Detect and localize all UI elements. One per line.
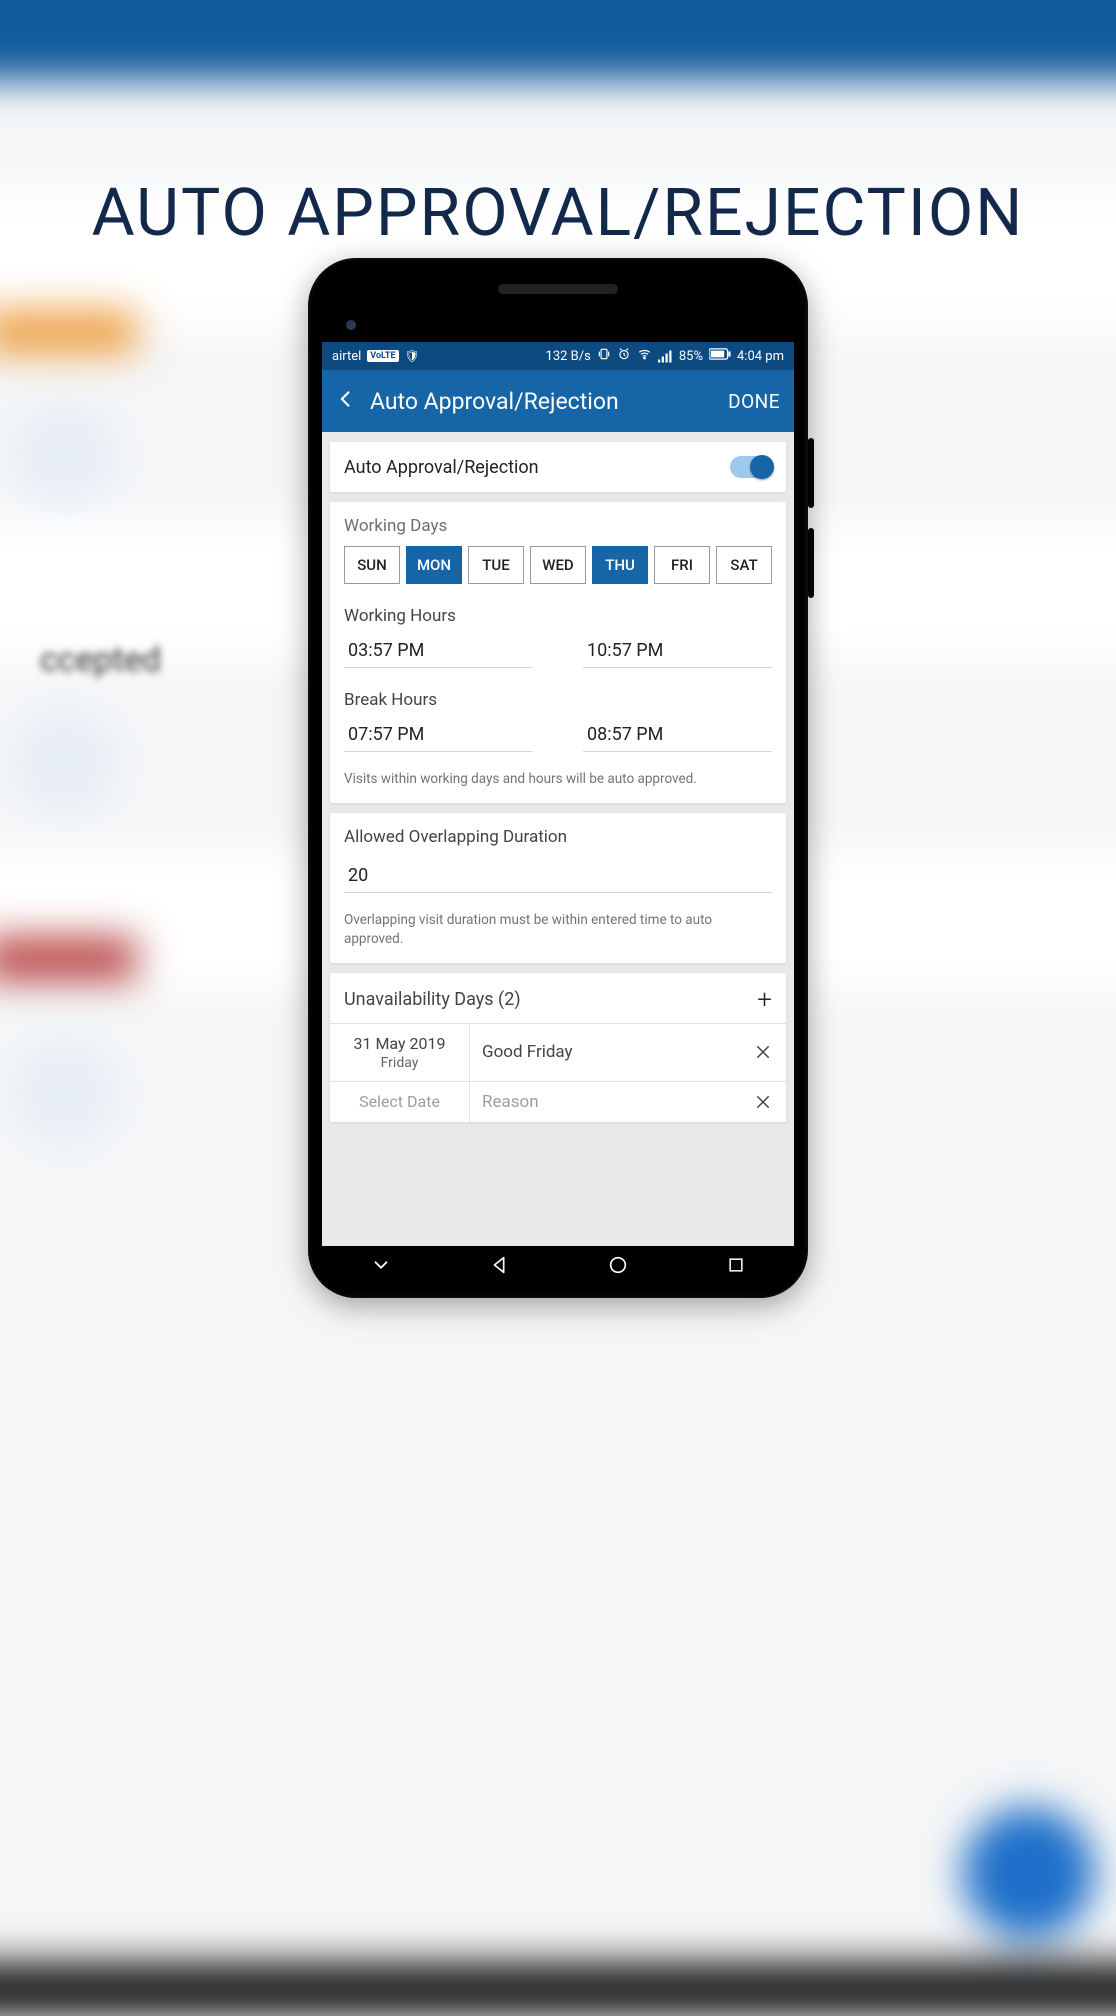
status-bar: airtel VoLTE 🛡 132 B/s 85% <box>322 342 794 370</box>
unavailability-date[interactable]: Select Date <box>330 1082 470 1122</box>
overlap-card: Allowed Overlapping Duration 20 Overlapp… <box>330 813 786 963</box>
unavailability-card: Unavailability Days (2) + 31 May 2019Fri… <box>330 973 786 1122</box>
day-chip-wed[interactable]: WED <box>530 546 586 584</box>
side-button <box>808 438 814 508</box>
shield-icon: 🛡 <box>405 349 420 363</box>
auto-approval-toggle[interactable] <box>730 456 772 478</box>
signal-icon <box>658 350 673 363</box>
overlap-hint: Overlapping visit duration must be withi… <box>344 911 772 949</box>
promo-headline: AUTO APPROVAL/REJECTION <box>0 175 1116 252</box>
unavailability-reason[interactable]: Reason <box>470 1082 740 1122</box>
working-hours-title: Working Hours <box>344 606 772 626</box>
break-hours-end[interactable]: 08:57 PM <box>583 716 772 752</box>
break-hours-start[interactable]: 07:57 PM <box>344 716 533 752</box>
add-unavailability-button[interactable]: + <box>757 987 772 1013</box>
side-button <box>808 528 814 598</box>
phone-screen: airtel VoLTE 🛡 132 B/s 85% <box>322 342 794 1246</box>
working-hours-start[interactable]: 03:57 PM <box>344 632 533 668</box>
nav-back-icon[interactable] <box>489 1254 511 1276</box>
battery-label: 85% <box>679 349 703 364</box>
back-icon[interactable] <box>336 388 356 414</box>
carrier-label: airtel <box>332 349 361 364</box>
working-days-row: SUNMONTUEWEDTHUFRISAT <box>344 546 772 584</box>
nav-home-icon[interactable] <box>607 1254 629 1276</box>
unavailability-reason[interactable]: Good Friday <box>470 1024 740 1081</box>
day-chip-fri[interactable]: FRI <box>654 546 710 584</box>
day-chip-thu[interactable]: THU <box>592 546 648 584</box>
overlap-title: Allowed Overlapping Duration <box>344 827 772 847</box>
vibrate-icon <box>597 347 611 365</box>
working-hint: Visits within working days and hours wil… <box>344 770 772 789</box>
remove-unavailability-button[interactable] <box>740 1082 786 1122</box>
camera-dot <box>346 320 356 330</box>
unavailability-date[interactable]: 31 May 2019Friday <box>330 1024 470 1081</box>
remove-unavailability-button[interactable] <box>740 1024 786 1081</box>
nav-recents-icon[interactable] <box>726 1255 746 1275</box>
overlap-duration-input[interactable]: 20 <box>344 857 772 893</box>
auto-approval-toggle-card: Auto Approval/Rejection <box>330 442 786 492</box>
day-chip-tue[interactable]: TUE <box>468 546 524 584</box>
nav-chevron-down-icon[interactable] <box>370 1254 392 1276</box>
alarm-icon <box>617 347 631 365</box>
unavailability-row: 31 May 2019FridayGood Friday <box>330 1023 786 1081</box>
unavailability-row: Select DateReason <box>330 1081 786 1122</box>
toggle-label: Auto Approval/Rejection <box>344 457 539 478</box>
break-hours-title: Break Hours <box>344 690 772 710</box>
content-area: Auto Approval/Rejection Working Days SUN… <box>322 432 794 1246</box>
day-chip-sun[interactable]: SUN <box>344 546 400 584</box>
data-rate-label: 132 B/s <box>546 349 591 364</box>
clock-label: 4:04 pm <box>737 349 784 364</box>
android-nav-bar <box>322 1246 794 1284</box>
working-card: Working Days SUNMONTUEWEDTHUFRISAT Worki… <box>330 502 786 803</box>
page-title: Auto Approval/Rejection <box>370 388 714 415</box>
day-chip-mon[interactable]: MON <box>406 546 462 584</box>
working-days-title: Working Days <box>344 516 772 536</box>
done-button[interactable]: DONE <box>728 390 780 413</box>
wifi-icon <box>637 347 652 365</box>
phone-frame: airtel VoLTE 🛡 132 B/s 85% <box>308 258 808 1298</box>
volte-badge: VoLTE <box>367 350 398 362</box>
unavailability-title: Unavailability Days (2) <box>344 989 521 1010</box>
battery-icon <box>709 348 731 364</box>
day-chip-sat[interactable]: SAT <box>716 546 772 584</box>
blurred-accepted-label: ccepted <box>40 640 161 680</box>
working-hours-end[interactable]: 10:57 PM <box>583 632 772 668</box>
app-bar: Auto Approval/Rejection DONE <box>322 370 794 432</box>
